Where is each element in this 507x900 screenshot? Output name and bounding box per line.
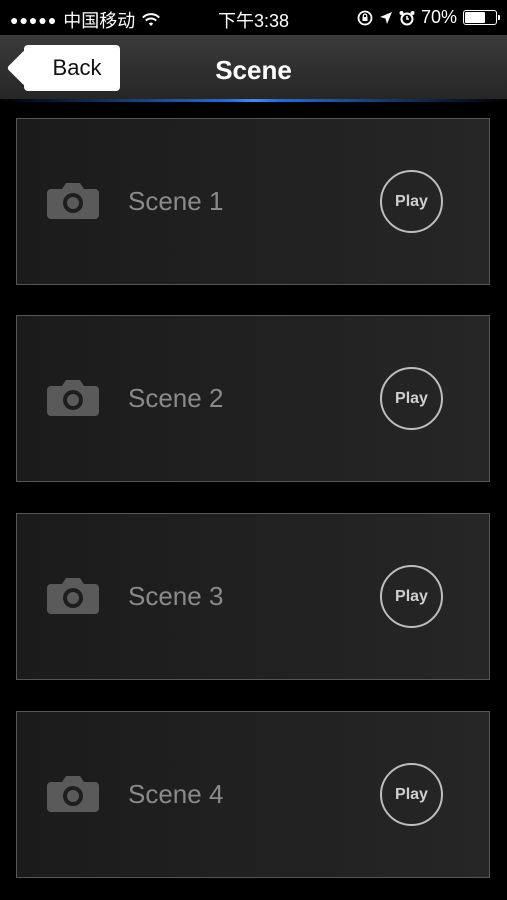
scene-card-1[interactable]: Scene 1 Play (16, 118, 490, 285)
scene-card-3[interactable]: Scene 3 Play (16, 513, 490, 680)
camera-icon (47, 183, 99, 219)
navigation-bar: Back Scene (0, 35, 507, 102)
location-arrow-icon (379, 11, 392, 24)
scene-label: Scene 2 (128, 383, 224, 413)
status-right: 70% (357, 7, 500, 28)
scene-label: Scene 3 (128, 581, 224, 611)
scene-label: Scene 4 (128, 779, 224, 809)
status-bar: ●●●●● 中国移动 下午3:38 70% (0, 0, 507, 35)
battery-icon (463, 10, 500, 25)
camera-icon (47, 578, 99, 614)
page-title: Scene (215, 55, 292, 85)
scene-label: Scene 1 (128, 186, 224, 216)
scene-card-4[interactable]: Scene 4 Play (16, 711, 490, 878)
scene-card-2[interactable]: Scene 2 Play (16, 315, 490, 482)
rotation-lock-icon (357, 10, 373, 25)
play-button[interactable]: Play (380, 367, 443, 430)
battery-level (465, 12, 486, 23)
camera-icon (47, 776, 99, 812)
play-button[interactable]: Play (380, 763, 443, 826)
battery-percent: 70% (420, 7, 457, 27)
play-button[interactable]: Play (380, 565, 443, 628)
play-button[interactable]: Play (380, 170, 443, 233)
alarm-clock-icon (399, 10, 415, 25)
camera-icon (47, 380, 99, 416)
